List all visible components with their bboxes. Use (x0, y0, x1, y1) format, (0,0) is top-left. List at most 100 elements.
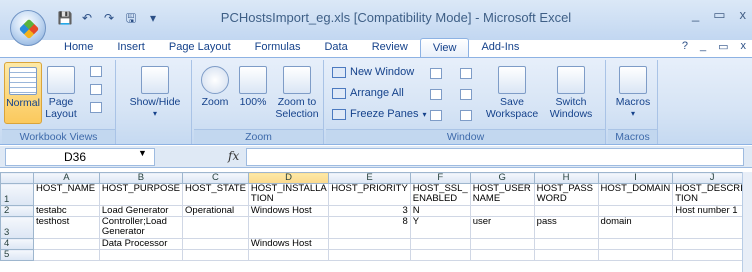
cell[interactable]: Windows Host (247, 238, 330, 250)
cell[interactable] (247, 249, 330, 261)
ribbon-restore-button[interactable]: ▭ (718, 40, 728, 53)
show-hide-button[interactable]: Show/Hide ▾ (122, 62, 188, 124)
view-side-by-side-icon[interactable] (460, 68, 472, 79)
column-header[interactable]: G (469, 172, 535, 184)
cell[interactable]: testhost (32, 216, 100, 239)
cell[interactable]: HOST_DOMAIN (597, 183, 674, 206)
cell[interactable]: HOST_NAME (32, 183, 100, 206)
reset-window-position-icon[interactable] (460, 110, 472, 121)
cell[interactable]: HOST_DESCRIP TION (672, 183, 752, 206)
column-header[interactable]: E (328, 172, 411, 184)
normal-view-button[interactable]: Normal (4, 62, 42, 124)
cell[interactable]: testabc (32, 205, 100, 217)
cell[interactable] (409, 238, 471, 250)
cell[interactable] (533, 249, 599, 261)
cell[interactable]: 3 (328, 205, 411, 217)
arrange-all-button[interactable]: Arrange All (332, 87, 404, 99)
cell[interactable]: Host number 1 (672, 205, 752, 217)
cell[interactable]: HOST_SSL_ ENABLED (409, 183, 471, 206)
cell[interactable] (247, 216, 330, 239)
tab-insert[interactable]: Insert (105, 38, 157, 58)
ribbon-close-button[interactable]: x (741, 40, 747, 53)
cell[interactable] (672, 216, 752, 239)
select-all-corner[interactable] (0, 172, 34, 184)
cell[interactable] (182, 238, 249, 250)
tab-page-layout[interactable]: Page Layout (157, 38, 243, 58)
save-workspace-button[interactable]: Save Workspace (484, 62, 540, 124)
cell[interactable] (182, 249, 249, 261)
cell[interactable]: pass (533, 216, 599, 239)
row-header[interactable]: 3 (0, 216, 34, 239)
zoom-to-selection-button[interactable]: Zoom to Selection (272, 62, 322, 124)
column-header[interactable]: A (32, 172, 100, 184)
cell[interactable]: Controller;Load Generator (98, 216, 184, 239)
row-header[interactable]: 1 (0, 183, 34, 206)
cell[interactable]: HOST_PURPOSE (98, 183, 184, 206)
help-icon[interactable]: ? (682, 40, 688, 53)
cell[interactable]: HOST_PRIORITY (328, 183, 411, 206)
cell[interactable]: Load Generator (98, 205, 184, 217)
tab-add-ins[interactable]: Add-Ins (469, 38, 531, 58)
cell[interactable] (469, 205, 535, 217)
tab-home[interactable]: Home (52, 38, 105, 58)
column-header[interactable]: J (672, 172, 752, 184)
cell[interactable]: user (469, 216, 535, 239)
cell[interactable]: Y (409, 216, 471, 239)
tab-review[interactable]: Review (360, 38, 420, 58)
formula-input[interactable] (246, 148, 744, 166)
cell[interactable] (469, 249, 535, 261)
tab-view[interactable]: View (419, 38, 470, 58)
cell[interactable]: HOST_STATE (182, 183, 249, 206)
cell[interactable] (328, 249, 411, 261)
cell[interactable]: HOST_PASS WORD (533, 183, 599, 206)
zoom-button[interactable]: Zoom (198, 62, 232, 124)
cell[interactable]: HOST_USER NAME (469, 183, 535, 206)
freeze-panes-button[interactable]: Freeze Panes ▾ (332, 108, 427, 120)
switch-windows-button[interactable]: Switch Windows (540, 62, 602, 124)
cell[interactable] (182, 216, 249, 239)
cell[interactable] (533, 238, 599, 250)
column-header[interactable]: F (409, 172, 471, 184)
close-button[interactable]: x (740, 7, 747, 23)
column-header[interactable]: H (533, 172, 599, 184)
cell[interactable]: 8 (328, 216, 411, 239)
name-box[interactable]: D36 (5, 148, 155, 166)
office-button[interactable] (10, 10, 46, 46)
tab-formulas[interactable]: Formulas (243, 38, 313, 58)
insert-function-icon[interactable]: fx (228, 149, 239, 163)
full-screen-icon[interactable] (90, 102, 102, 113)
column-header[interactable]: C (182, 172, 249, 184)
cell[interactable] (672, 238, 752, 250)
cell[interactable]: Data Processor (98, 238, 184, 250)
cell[interactable]: domain (597, 216, 674, 239)
row-header[interactable]: 2 (0, 205, 34, 217)
custom-views-icon[interactable] (90, 84, 102, 95)
column-header[interactable]: I (597, 172, 674, 184)
cell[interactable] (409, 249, 471, 261)
cell[interactable] (32, 249, 100, 261)
ribbon-minimize-button[interactable]: _ (700, 40, 706, 53)
macros-button[interactable]: Macros ▾ (612, 62, 654, 124)
minimize-button[interactable]: _ (692, 7, 699, 23)
vertical-scrollbar[interactable] (742, 172, 752, 272)
cell[interactable]: Windows Host (247, 205, 330, 217)
cell[interactable] (32, 238, 100, 250)
cell[interactable] (328, 238, 411, 250)
cell[interactable] (597, 238, 674, 250)
new-window-button[interactable]: New Window (332, 66, 414, 78)
page-break-preview-icon[interactable] (90, 66, 102, 77)
cell[interactable] (469, 238, 535, 250)
hide-window-icon[interactable] (430, 89, 442, 100)
row-header[interactable]: 5 (0, 249, 34, 261)
unhide-window-icon[interactable] (430, 110, 442, 121)
cell[interactable]: HOST_INSTALLA TION (247, 183, 330, 206)
cell[interactable] (597, 249, 674, 261)
column-header[interactable]: B (98, 172, 184, 184)
zoom-100-button[interactable]: 100% (236, 62, 270, 124)
name-box-dropdown-icon[interactable]: ▼ (138, 148, 147, 158)
cell[interactable]: Operational (182, 205, 249, 217)
cell[interactable] (98, 249, 184, 261)
cell[interactable] (533, 205, 599, 217)
cell[interactable] (672, 249, 752, 261)
cell[interactable]: N (409, 205, 471, 217)
